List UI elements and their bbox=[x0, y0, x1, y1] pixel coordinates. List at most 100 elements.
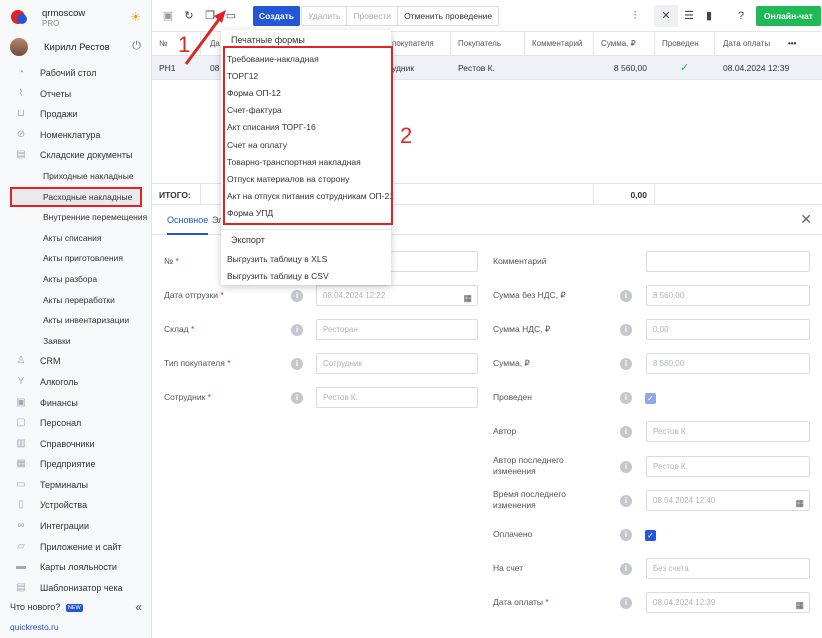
form-input[interactable]: Сотрудник bbox=[316, 353, 478, 374]
sidebar-item-wallet[interactable]: ▣ Финансы bbox=[0, 393, 152, 414]
sidebar-item-building[interactable]: ▦ Предприятие bbox=[0, 454, 152, 475]
info-icon[interactable]: i bbox=[291, 358, 303, 370]
sidebar-subitem[interactable]: Акты инвентаризации bbox=[0, 310, 152, 331]
sidebar-subitem[interactable]: Акты списания bbox=[0, 228, 152, 249]
create-button[interactable]: Создать bbox=[253, 6, 300, 26]
sidebar-item-book[interactable]: ▥ Справочники bbox=[0, 434, 152, 455]
info-icon[interactable]: i bbox=[620, 529, 632, 541]
calendar-icon[interactable]: ▦ bbox=[795, 494, 804, 513]
form-input[interactable]: Без счета bbox=[646, 558, 810, 579]
col-buyer-type[interactable]: покупателя bbox=[392, 32, 434, 56]
info-icon[interactable]: i bbox=[291, 392, 303, 404]
info-icon[interactable]: i bbox=[291, 324, 303, 336]
more-icon[interactable]: ••• bbox=[788, 32, 796, 56]
col-date-paid[interactable]: Дата оплаты bbox=[723, 32, 770, 56]
brand[interactable]: qrmoscow PRO ☀ bbox=[10, 6, 145, 30]
sidebar-item-link[interactable]: ∞ Интеграции bbox=[0, 516, 152, 537]
form-input[interactable]: 08.04.2024 12:40 ▦ bbox=[646, 490, 810, 511]
sidebar-item-app[interactable]: ▱ Приложение и сайт bbox=[0, 537, 152, 558]
sidebar-subitem[interactable]: Акты разбора bbox=[0, 269, 152, 290]
export-xls-item[interactable]: Выгрузить таблицу в XLS bbox=[227, 254, 327, 264]
form-input[interactable]: 8 560,00 bbox=[646, 285, 810, 306]
form-input[interactable]: 08.04.2024 12:22 ▦ bbox=[316, 285, 478, 306]
print-form-item[interactable]: Отпуск материалов на сторону bbox=[227, 174, 349, 184]
info-icon[interactable]: i bbox=[620, 290, 632, 302]
print-form-item[interactable]: Товарно-транспортная накладная bbox=[227, 157, 361, 167]
sidebar: qrmoscow PRO ☀ Кирилл Рестов ⏻ ◔ Рабочий … bbox=[0, 0, 152, 638]
form-input[interactable]: 08.04.2024 12:39 ▦ bbox=[646, 592, 810, 613]
print-form-item[interactable]: Акт списания ТОРГ-16 bbox=[227, 122, 316, 132]
print-form-item[interactable]: Форма УПД bbox=[227, 208, 273, 218]
site-link[interactable]: quickresto.ru bbox=[10, 622, 59, 632]
sidebar-item-glass[interactable]: Y Алкоголь bbox=[0, 372, 152, 393]
info-icon[interactable]: i bbox=[620, 324, 632, 336]
print-form-item[interactable]: Счет-фактура bbox=[227, 105, 282, 115]
totals-label: ИТОГО: bbox=[159, 190, 191, 200]
info-icon[interactable]: i bbox=[620, 461, 632, 473]
info-icon[interactable]: i bbox=[620, 563, 632, 575]
sidebar-item-staff[interactable]: ▢ Персонал bbox=[0, 413, 152, 434]
sidebar-item-device[interactable]: ▯ Устройства bbox=[0, 495, 152, 516]
whats-new[interactable]: Что нового? NEW « bbox=[10, 600, 142, 614]
info-icon[interactable]: i bbox=[620, 358, 632, 370]
print-form-item[interactable]: Форма ОП-12 bbox=[227, 88, 281, 98]
info-icon[interactable]: i bbox=[620, 597, 632, 609]
delete-button[interactable]: Удалить bbox=[302, 7, 348, 25]
paid-checkbox[interactable]: ✓ bbox=[645, 530, 656, 541]
col-buyer[interactable]: Покупатель bbox=[458, 32, 501, 56]
form-input[interactable]: Рестов К. bbox=[646, 456, 810, 477]
calendar-icon[interactable]: ▦ bbox=[795, 596, 804, 615]
print-form-item[interactable]: Счет на оплату bbox=[227, 140, 287, 150]
posted-checkbox[interactable]: ✓ bbox=[645, 393, 656, 404]
logout-icon[interactable]: ⏻ bbox=[132, 40, 141, 53]
close-icon[interactable]: ✕ bbox=[800, 211, 812, 228]
sidebar-item-card[interactable]: ▬ Карты лояльности bbox=[0, 557, 152, 578]
form-input[interactable]: 0,00 bbox=[646, 319, 810, 340]
sidebar-item-crm[interactable]: ♙ CRM bbox=[0, 351, 152, 372]
print-form-item[interactable]: ТОРГ12 bbox=[227, 71, 258, 81]
col-sum[interactable]: Сумма, ₽ bbox=[601, 32, 636, 56]
form-input[interactable]: Ресторан bbox=[316, 319, 478, 340]
form-input[interactable]: 8 560,00 bbox=[646, 353, 810, 374]
sidebar-subitem[interactable]: Заявки bbox=[0, 331, 152, 352]
col-posted[interactable]: Проведен bbox=[662, 32, 699, 56]
info-icon[interactable]: i bbox=[620, 426, 632, 438]
info-icon[interactable]: i bbox=[291, 290, 303, 302]
sidebar-item-tag[interactable]: ⊘ Номенклатура bbox=[0, 125, 152, 146]
sidebar-subitem[interactable]: Акты приготовления bbox=[0, 248, 152, 269]
print-form-item[interactable]: Требование-накладная bbox=[227, 54, 319, 64]
info-icon[interactable]: i bbox=[620, 392, 632, 404]
sidebar-subitem[interactable]: Акты переработки bbox=[0, 290, 152, 311]
info-icon[interactable]: i bbox=[620, 495, 632, 507]
sidebar-item-cart[interactable]: ⊔ Продажи bbox=[0, 104, 152, 125]
form-input[interactable]: Рестов К. bbox=[646, 421, 810, 442]
form-input[interactable]: Рестов К. bbox=[316, 387, 478, 408]
sidebar-item-terminal[interactable]: ▭ Терминалы bbox=[0, 475, 152, 496]
sidebar-subitem[interactable]: Приходные накладные bbox=[0, 166, 152, 187]
form-input[interactable] bbox=[646, 251, 810, 272]
sidebar-item-receipt[interactable]: ▤ Шаблонизатор чека bbox=[0, 578, 152, 599]
help-icon[interactable]: ? bbox=[733, 8, 749, 24]
export-csv-item[interactable]: Выгрузить таблицу в CSV bbox=[227, 271, 329, 281]
post-button[interactable]: Провести bbox=[347, 7, 399, 25]
user-profile[interactable]: Кирилл Рестов ⏻ bbox=[10, 38, 145, 58]
sidebar-subitem[interactable]: Внутренние перемещения bbox=[0, 207, 152, 228]
list-icon[interactable]: ☰ bbox=[681, 8, 697, 24]
sidebar-item-box[interactable]: ▤ Складские документы bbox=[0, 145, 152, 166]
save-icon[interactable]: ▣ bbox=[160, 8, 176, 24]
tab-main[interactable]: Основное bbox=[167, 205, 209, 235]
sidebar-item-chart[interactable]: ⌇ Отчеты bbox=[0, 84, 152, 105]
print-form-item[interactable]: Акт на отпуск питания сотрудникам ОП-21 bbox=[227, 191, 394, 201]
col-comment[interactable]: Комментарий bbox=[532, 32, 582, 56]
online-chat-button[interactable]: Онлайн-чат bbox=[756, 6, 821, 26]
unpost-button[interactable]: Отменить проведение bbox=[398, 7, 498, 25]
sidebar-item-dashboard[interactable]: ◔ Рабочий стол bbox=[0, 63, 152, 84]
sidebar-subitem[interactable]: Расходные накладные bbox=[10, 186, 142, 208]
theme-sun-icon[interactable]: ☀ bbox=[130, 10, 141, 24]
calendar-icon[interactable]: ▦ bbox=[463, 289, 472, 308]
trash-icon[interactable]: ▮ bbox=[701, 8, 717, 24]
collapse-sidebar-icon[interactable]: « bbox=[135, 600, 142, 614]
col-number[interactable]: № bbox=[159, 32, 168, 56]
cart-icon: ⊔ bbox=[17, 108, 25, 120]
columns-settings-icon[interactable]: ⫶ bbox=[627, 8, 643, 24]
